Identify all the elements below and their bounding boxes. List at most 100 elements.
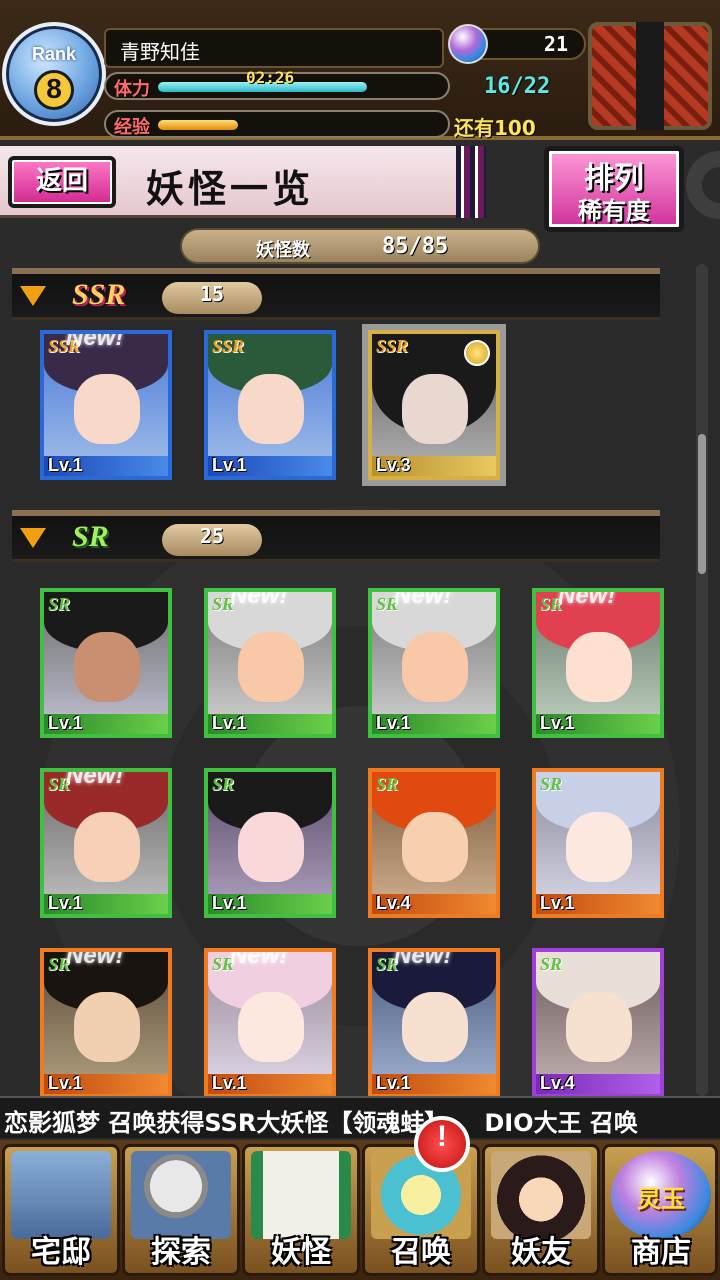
rarity-badge: SR — [376, 774, 399, 794]
mansion-icon — [11, 1151, 111, 1239]
card-level: Lv.1 — [48, 1073, 83, 1093]
yokai-card[interactable]: SR New! Lv.1 — [368, 948, 500, 1096]
friend-icon — [491, 1151, 591, 1239]
yokai-card[interactable]: SR Lv.4 — [532, 948, 664, 1096]
exp-remaining: 还有100 — [454, 116, 536, 140]
portrait-face — [238, 992, 304, 1062]
new-tag: New! — [394, 588, 452, 609]
portrait-face — [74, 632, 140, 702]
portrait-face — [238, 632, 304, 702]
yokai-card[interactable]: SR Lv.1 — [532, 768, 664, 918]
exp-bar: 经验 — [104, 110, 450, 138]
yokai-list[interactable]: SSR 15 SSR New! Lv.1 SSR Lv.1 SSR Lv.3 S… — [0, 266, 720, 1096]
medal-icon — [464, 340, 490, 366]
sort-button[interactable]: 排列 稀有度 — [544, 146, 684, 232]
sort-value: 稀有度 — [578, 197, 650, 225]
yokai-card-selected[interactable]: SSR Lv.3 — [368, 330, 500, 480]
scroll-icon — [251, 1151, 351, 1239]
bottom-nav: 宅邸 探索 妖怪 召唤 妖友 灵玉 商店 — [0, 1140, 720, 1280]
yokai-card[interactable]: SSR New! Lv.1 — [40, 330, 172, 480]
card-level: Lv.1 — [48, 893, 83, 913]
orb-label: 灵玉 — [637, 1185, 685, 1213]
portrait-face — [566, 812, 632, 882]
rank-label: Rank — [31, 44, 76, 64]
yokai-card[interactable]: SR New! Lv.1 — [368, 588, 500, 738]
nav-friends-button[interactable]: 妖友 — [482, 1144, 600, 1276]
card-level: Lv.1 — [212, 893, 247, 913]
card-level: Lv.1 — [540, 713, 575, 733]
gift-box-icon[interactable] — [588, 22, 712, 130]
new-tag: New! — [230, 588, 288, 609]
rarity-badge: SSR — [376, 336, 409, 356]
yokai-count-value: 85/85 — [382, 234, 449, 259]
player-name: 青野知佳 — [120, 40, 200, 64]
portrait-face — [74, 374, 140, 444]
spirit-orb-counter[interactable]: 21 — [448, 24, 586, 64]
yokai-count: 妖怪数 85/85 — [180, 228, 540, 264]
portrait-face — [238, 374, 304, 444]
portrait-face — [402, 374, 468, 444]
list-scrollbar[interactable] — [696, 264, 708, 1096]
section-header-ssr[interactable]: SSR 15 — [12, 268, 660, 320]
rank-number: 8 — [34, 70, 74, 110]
card-level: Lv.1 — [540, 893, 575, 913]
nav-mansion-button[interactable]: 宅邸 — [2, 1144, 120, 1276]
yokai-card[interactable]: SR New! Lv.1 — [40, 948, 172, 1096]
rarity-badge: SSR — [212, 336, 245, 356]
announcement-ticker: 恋影狐梦 召唤获得SSR大妖怪【领魂蛙】 DIO大王 召唤 — [0, 1096, 720, 1138]
card-level: Lv.4 — [376, 893, 411, 913]
ticker-text: 恋影狐梦 召唤获得SSR大妖怪【领魂蛙】 DIO大王 召唤 — [4, 1109, 638, 1137]
stamina-timer: 02:26 — [246, 68, 295, 87]
nav-shop-button[interactable]: 灵玉 商店 — [602, 1144, 718, 1276]
back-button[interactable]: 返回 — [8, 156, 116, 208]
card-level: Lv.3 — [376, 455, 411, 475]
header-decoration — [456, 146, 486, 218]
yokai-card[interactable]: SR Lv.4 — [368, 768, 500, 918]
new-tag: New! — [394, 948, 452, 969]
portrait-face — [402, 632, 468, 702]
card-level: Lv.1 — [212, 1073, 247, 1093]
yokai-count-label: 妖怪数 — [256, 240, 310, 261]
card-level: Lv.4 — [540, 1073, 575, 1093]
card-level: Lv.1 — [212, 455, 247, 475]
stamina-bar: 体力 02:26 — [104, 68, 450, 100]
yokai-card[interactable]: SSR Lv.1 — [204, 330, 336, 480]
section-header-sr[interactable]: SR 25 — [12, 510, 660, 562]
yokai-card[interactable]: SR New! Lv.1 — [532, 588, 664, 738]
card-level: Lv.1 — [376, 713, 411, 733]
scroll-thumb[interactable] — [698, 434, 706, 574]
orb-count: 21 — [543, 32, 568, 56]
page-title: 妖怪一览 — [146, 166, 315, 211]
nav-explore-button[interactable]: 探索 — [122, 1144, 240, 1276]
new-tag: New! — [558, 588, 616, 609]
nav-label: 商店 — [631, 1235, 691, 1270]
new-tag: New! — [230, 948, 288, 969]
portrait-face — [402, 992, 468, 1062]
yokai-card[interactable]: SR Lv.1 — [204, 768, 336, 918]
gift-box-ribbon — [636, 22, 664, 130]
nav-label: 妖怪 — [271, 1235, 331, 1270]
magnifier-icon — [131, 1151, 231, 1239]
nav-summon-button[interactable]: 召唤 — [362, 1144, 480, 1276]
yokai-card[interactable]: SR New! Lv.1 — [204, 588, 336, 738]
card-level: Lv.1 — [212, 713, 247, 733]
portrait-face — [566, 632, 632, 702]
spirit-orb-icon — [448, 24, 488, 64]
collapse-triangle-icon — [20, 528, 46, 548]
card-level: Lv.1 — [48, 713, 83, 733]
status-bar: Rank 8 青野知佳 体力 02:26 经验 21 16/22 还有100 — [0, 0, 720, 140]
yokai-card[interactable]: SR Lv.1 — [40, 588, 172, 738]
collapse-triangle-icon — [20, 286, 46, 306]
yokai-card[interactable]: SR New! Lv.1 — [204, 948, 336, 1096]
section-count: 15 — [162, 282, 262, 314]
nav-yokai-button[interactable]: 妖怪 — [242, 1144, 360, 1276]
new-tag: New! — [66, 948, 124, 969]
spirit-orb-icon: 灵玉 — [611, 1151, 711, 1239]
rank-badge[interactable]: Rank 8 — [2, 22, 106, 126]
section-rarity-label: SSR — [72, 278, 126, 311]
section-rarity-label: SR — [72, 520, 109, 553]
new-tag: New! — [66, 768, 124, 789]
yokai-card[interactable]: SR New! Lv.1 — [40, 768, 172, 918]
exp-fill — [158, 120, 238, 130]
section-count: 25 — [162, 524, 262, 556]
